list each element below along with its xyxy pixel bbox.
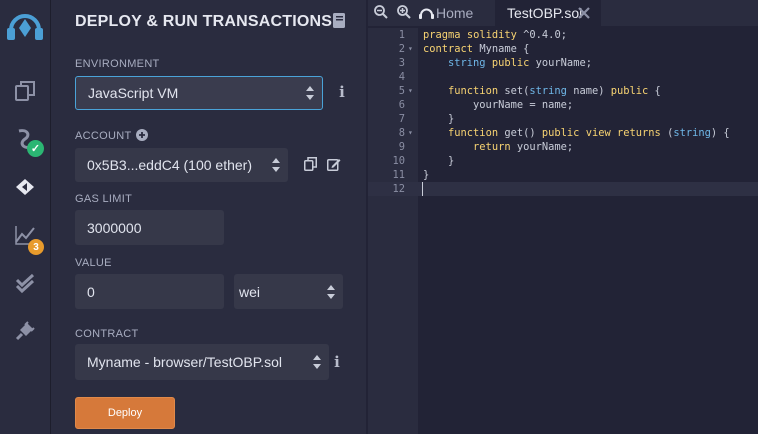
documentation-icon[interactable] [333,13,346,28]
value-input[interactable]: 0 [75,274,224,309]
contract-info-icon[interactable]: i [332,353,342,371]
line-number: 8 [398,127,405,139]
line-number: 1 [398,29,405,41]
select-arrows-icon [272,158,280,172]
file-explorer-icon[interactable] [10,76,40,106]
code-text: } [423,113,455,125]
line-number: 4 [398,71,405,83]
panel-title: DEPLOY & RUN TRANSACTIONS [75,13,333,30]
close-icon[interactable] [577,6,591,20]
tab-home[interactable]: Home [418,0,473,26]
contract-value: Myname - browser/TestOBP.sol [87,354,283,370]
line-number: 12 [392,183,405,195]
code-line: 9 return yourName; [368,140,758,154]
environment-label: ENVIRONMENT [75,58,160,70]
line-number: 2 [398,43,405,55]
account-select[interactable]: 0x5B3...eddC4 (100 ether) [75,148,288,182]
testing-double-check-icon[interactable] [10,268,40,298]
text-cursor [422,182,423,196]
code-line: 6 yourName = name; [368,98,758,112]
value-unit: wei [239,283,261,300]
code-editor: Home TestOBP.sol 1 pragma solidity ^0.4.0… [368,0,758,434]
tab-file-label: TestOBP.sol [507,5,583,21]
code-area[interactable]: 1 pragma solidity ^0.4.0; 2 ▾ contract Myna… [368,28,758,434]
code-line: 1 pragma solidity ^0.4.0; [368,28,758,42]
deploy-run-panel: DEPLOY & RUN TRANSACTIONS ENVIRONMENT Ja… [50,0,366,434]
line-number: 5 [398,85,405,97]
code-line: 5 ▾ function set(string name) public { [368,84,758,98]
code-text: contract Myname { [423,43,530,55]
tab-testobp-sol[interactable]: TestOBP.sol [495,0,601,26]
fold-arrow-icon[interactable]: ▾ [408,84,413,98]
editor-tab-bar: Home TestOBP.sol [368,0,758,26]
code-text: function set(string name) public { [448,85,661,97]
code-line: 10 } [368,154,758,168]
environment-value: JavaScript VM [88,85,179,101]
account-value: 0x5B3...eddC4 (100 ether) [87,157,252,173]
gas-limit-label: GAS LIMIT [75,193,133,205]
line-number: 3 [398,57,405,69]
edit-icon[interactable] [327,157,341,171]
code-text: function get() public view returns (stri… [448,127,730,139]
gas-limit-input[interactable]: 3000000 [75,210,224,245]
copy-icon[interactable] [304,157,317,171]
remix-logo-icon[interactable] [3,6,47,46]
contract-select[interactable]: Myname - browser/TestOBP.sol [75,344,329,380]
add-account-icon[interactable] [136,129,148,141]
zoom-out-icon[interactable] [374,5,388,19]
code-text: } [423,155,455,167]
environment-info-icon[interactable]: i [337,83,347,101]
environment-select[interactable]: JavaScript VM [75,76,323,110]
code-text: string public yourName; [448,57,592,69]
deploy-button[interactable]: Deploy [75,397,175,429]
tab-home-label: Home [436,5,474,21]
remix-home-icon [419,8,434,19]
code-line: 3 string public yourName; [368,56,758,70]
code-line: 7 } [368,112,758,126]
zoom-in-icon[interactable] [397,5,411,19]
value-unit-select[interactable]: wei [234,274,343,309]
select-arrows-icon [313,355,321,369]
fold-arrow-icon[interactable]: ▾ [408,126,413,140]
code-text: return yourName; [473,141,574,153]
contract-label: CONTRACT [75,328,139,340]
code-line: 4 [368,70,758,84]
code-line: 11} [368,168,758,182]
analysis-badge: 3 [28,239,44,255]
fold-arrow-icon[interactable]: ▾ [408,42,413,56]
select-arrows-icon [327,284,335,299]
deploy-run-icon[interactable] [10,172,40,202]
line-number: 10 [392,155,405,167]
account-label: ACCOUNT [75,130,132,142]
line-number: 6 [398,99,405,111]
value-label: VALUE [75,257,112,269]
code-text: } [423,169,430,181]
line-number: 9 [398,141,405,153]
select-arrows-icon [306,86,314,100]
plugin-manager-icon[interactable] [10,316,40,346]
line-number: 11 [392,169,405,181]
code-line-active: 12 [368,182,758,196]
compile-success-check-icon: ✓ [27,140,44,157]
code-line: 8 ▾ function get() public view returns (s… [368,126,758,140]
icon-rail: ✓ 3 [0,0,50,434]
code-text: pragma solidity ^0.4.0; [423,29,567,41]
line-number: 7 [398,113,405,125]
code-line: 2 ▾ contract Myname { [368,42,758,56]
code-text: yourName = name; [473,99,574,111]
